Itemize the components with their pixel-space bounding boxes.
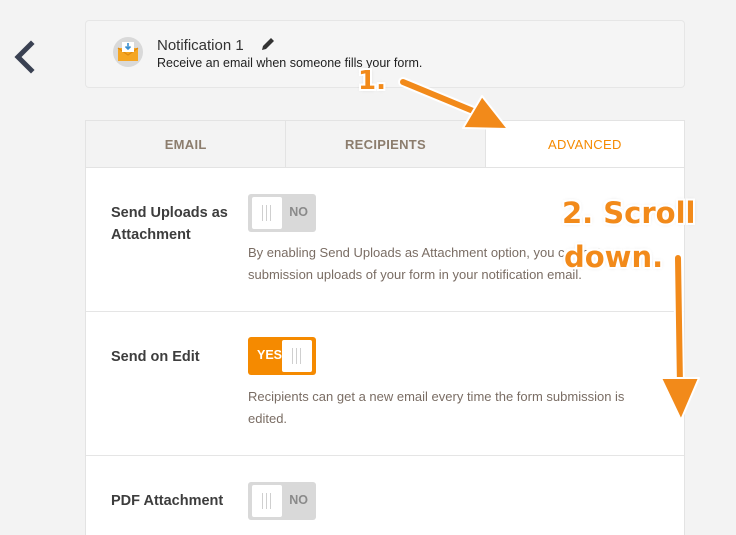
setting-label: PDF Attachment (111, 493, 224, 509)
tab-bar: EMAIL RECIPIENTS ADVANCED (86, 121, 684, 168)
setting-label: Send on Edit (111, 349, 200, 365)
notification-title: Notification 1 (157, 37, 244, 54)
send-on-edit-toggle[interactable]: YES (248, 337, 316, 375)
back-button[interactable] (10, 40, 40, 74)
setting-row-pdf-attachment: PDF Attachment NO (86, 456, 684, 535)
annotation-step-2-line-2: down. (564, 240, 664, 274)
pencil-icon[interactable] (259, 35, 277, 53)
toggle-knob (252, 485, 282, 517)
setting-label: Send Uploads as Attachment (111, 205, 228, 243)
toggle-state: NO (289, 493, 308, 507)
toggle-knob (282, 340, 312, 372)
pdf-attachment-toggle[interactable]: NO (248, 482, 316, 520)
toggle-knob (252, 197, 282, 229)
tab-recipients[interactable]: RECIPIENTS (285, 121, 485, 167)
chevron-left-icon (14, 40, 35, 74)
toggle-state: NO (289, 205, 308, 219)
setting-row-send-on-edit: Send on Edit YES Recipients can get a ne… (86, 312, 684, 456)
tab-advanced[interactable]: ADVANCED (484, 121, 684, 167)
tab-email[interactable]: EMAIL (86, 121, 286, 167)
send-uploads-toggle[interactable]: NO (248, 194, 316, 232)
settings-panel: EMAIL RECIPIENTS ADVANCED Send Uploads a… (85, 120, 685, 535)
setting-description: Recipients can get a new email every tim… (248, 389, 625, 426)
envelope-download-icon (113, 37, 143, 67)
annotation-step-1: 1. (358, 66, 386, 96)
annotation-step-2-line-1: 2. Scroll (562, 196, 696, 230)
toggle-state: YES (257, 348, 283, 362)
